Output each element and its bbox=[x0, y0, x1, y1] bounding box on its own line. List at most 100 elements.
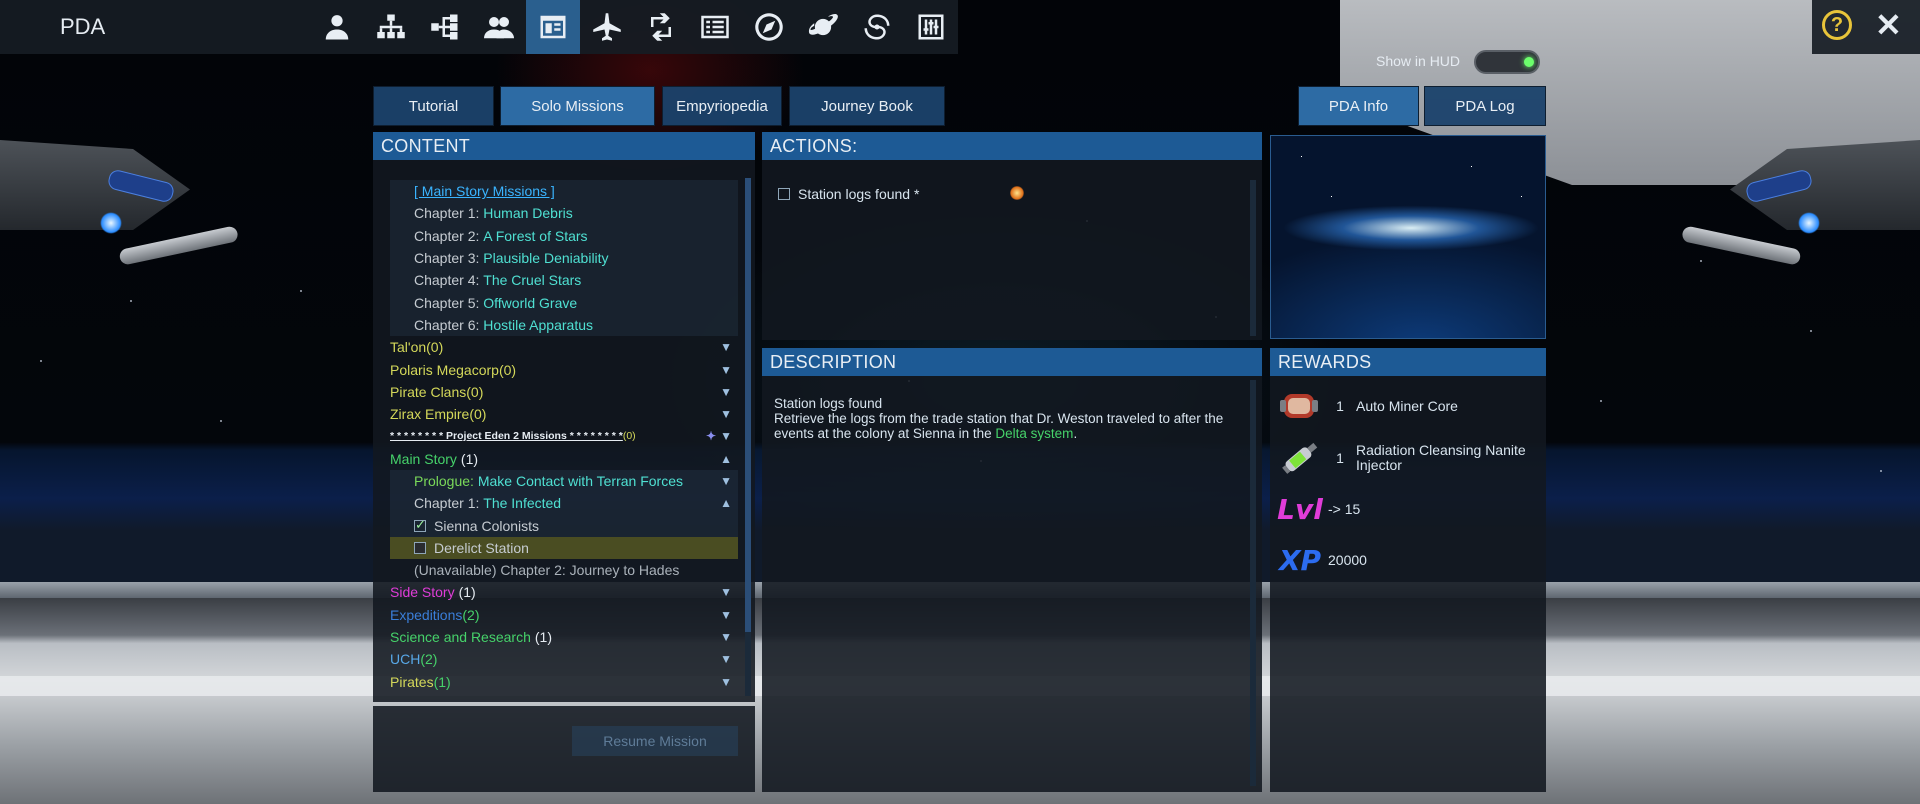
mission-tree: [ Main Story Missions ] Chapter 1: Human… bbox=[390, 180, 738, 693]
chapter-title: The Infected bbox=[483, 495, 562, 512]
pirates-row[interactable]: Pirates (1) ▼ bbox=[390, 671, 738, 693]
expeditions-row[interactable]: Expeditions (2) ▼ bbox=[390, 604, 738, 626]
chapter-prefix: Chapter 1: bbox=[414, 495, 480, 512]
chapter1-infected-row[interactable]: Chapter 1: The Infected ▲ bbox=[390, 492, 738, 515]
description-scrollbar[interactable] bbox=[1250, 380, 1256, 786]
nav-galaxy-icon[interactable] bbox=[850, 0, 904, 54]
chevron-down-icon[interactable]: ▼ bbox=[720, 652, 732, 666]
pirates-count: (1) bbox=[433, 673, 451, 690]
tab-pda-log[interactable]: PDA Log bbox=[1424, 86, 1546, 126]
main-story-missions-link[interactable]: [ Main Story Missions ] bbox=[414, 183, 555, 199]
tab-pda-info[interactable]: PDA Info bbox=[1298, 86, 1419, 126]
prologue-row[interactable]: Prologue: Make Contact with Terran Force… bbox=[390, 469, 738, 493]
nav-ship-icon[interactable] bbox=[580, 0, 634, 54]
nav-person-icon[interactable] bbox=[310, 0, 364, 54]
eden-badge-icon: ✦ bbox=[705, 429, 716, 444]
faction-label: Zirax Empire(0) bbox=[390, 406, 487, 423]
main-story-count: (1) bbox=[460, 450, 479, 467]
action-checkbox[interactable] bbox=[778, 188, 790, 200]
show-in-hud-toggle[interactable] bbox=[1474, 50, 1540, 74]
tab-solo-missions[interactable]: Solo Missions bbox=[500, 86, 655, 126]
faction-label: Polaris Megacorp(0) bbox=[390, 361, 517, 378]
chevron-down-icon[interactable]: ▼ bbox=[720, 429, 732, 443]
chevron-up-icon[interactable]: ▲ bbox=[720, 496, 732, 510]
project-eden-count: (0) bbox=[622, 430, 636, 443]
faction-label: Tal'on(0) bbox=[390, 339, 444, 356]
nav-tree-icon[interactable] bbox=[418, 0, 472, 54]
chevron-down-icon[interactable]: ▼ bbox=[720, 340, 732, 354]
task-checkbox[interactable] bbox=[414, 517, 426, 533]
task-row[interactable]: Sienna Colonists bbox=[390, 514, 738, 537]
reward-qty: 1 bbox=[1336, 398, 1344, 414]
nav-pda-book-icon[interactable] bbox=[526, 0, 580, 54]
chapter-title: Offworld Grave bbox=[483, 294, 578, 311]
prologue-title: Make Contact with Terran Forces bbox=[477, 473, 683, 489]
nav-planet-icon[interactable] bbox=[796, 0, 850, 54]
level-icon: Lvl bbox=[1276, 487, 1324, 531]
reward-name: Radiation Cleansing Nanite Injector bbox=[1356, 442, 1526, 473]
nav-compass-icon[interactable] bbox=[742, 0, 796, 54]
description-highlight: Delta system bbox=[995, 426, 1074, 441]
chevron-down-icon[interactable]: ▼ bbox=[720, 608, 732, 622]
close-icon: ✕ bbox=[1875, 7, 1902, 43]
science-label: Science and Research bbox=[390, 629, 531, 646]
resume-mission-button[interactable]: Resume Mission bbox=[572, 726, 738, 756]
actions-scrollbar[interactable] bbox=[1250, 180, 1256, 336]
uch-row[interactable]: UCH (2) ▼ bbox=[390, 648, 738, 670]
chevron-down-icon[interactable]: ▼ bbox=[720, 630, 732, 644]
nav-org-chart-icon[interactable] bbox=[364, 0, 418, 54]
nanite-injector-icon bbox=[1276, 436, 1324, 480]
description-header: DESCRIPTION bbox=[762, 348, 1262, 376]
reward-xp-value: 20000 bbox=[1328, 552, 1367, 568]
action-item[interactable]: Station logs found * bbox=[778, 186, 919, 202]
list-item[interactable]: Chapter 6: Hostile Apparatus bbox=[390, 313, 738, 337]
main-story-row[interactable]: Main Story (1) ▲ bbox=[390, 448, 738, 470]
list-item[interactable]: Chapter 2: A Forest of Stars bbox=[390, 224, 738, 247]
rewards-header: REWARDS bbox=[1270, 348, 1546, 376]
unavailable-label: (Unavailable) Chapter 2: Journey to Hade… bbox=[414, 562, 680, 579]
list-item[interactable]: [ Main Story Missions ] bbox=[390, 180, 738, 203]
chevron-down-icon[interactable]: ▼ bbox=[720, 363, 732, 377]
task-checkbox[interactable] bbox=[414, 541, 426, 554]
task-row-selected[interactable]: Derelict Station bbox=[390, 536, 738, 560]
science-row[interactable]: Science and Research (1) ▼ bbox=[390, 626, 738, 648]
faction-pirate-clans[interactable]: Pirate Clans(0) ▼ bbox=[390, 381, 738, 403]
reward-item: 1 Auto Miner Core bbox=[1276, 381, 1536, 431]
chevron-down-icon[interactable]: ▼ bbox=[720, 474, 732, 488]
chevron-down-icon[interactable]: ▼ bbox=[720, 385, 732, 399]
nav-icon-strip bbox=[310, 0, 958, 54]
chevron-down-icon[interactable]: ▼ bbox=[720, 585, 732, 599]
list-item[interactable]: Chapter 1: Human Debris bbox=[390, 202, 738, 225]
list-item[interactable]: Chapter 5: Offworld Grave bbox=[390, 291, 738, 314]
chapter-prefix: Chapter 4: bbox=[414, 272, 480, 289]
task-label: Derelict Station bbox=[434, 539, 529, 556]
help-button[interactable]: ? bbox=[1822, 10, 1852, 40]
list-item[interactable]: Chapter 4: The Cruel Stars bbox=[390, 269, 738, 292]
science-count: (1) bbox=[534, 629, 552, 646]
prologue-prefix: Prologue: bbox=[414, 473, 474, 489]
chevron-up-icon[interactable]: ▲ bbox=[720, 452, 732, 466]
help-icon: ? bbox=[1830, 13, 1844, 36]
chevron-down-icon[interactable]: ▼ bbox=[720, 675, 732, 689]
nav-sliders-icon[interactable] bbox=[904, 0, 958, 54]
faction-zirax[interactable]: Zirax Empire(0) ▼ bbox=[390, 403, 738, 425]
project-eden-row[interactable]: * * * * * * * * Project Eden 2 Missions … bbox=[390, 425, 738, 447]
expeditions-count: (2) bbox=[462, 606, 480, 623]
chevron-down-icon[interactable]: ▼ bbox=[720, 407, 732, 421]
faction-talon[interactable]: Tal'on(0) ▼ bbox=[390, 336, 738, 358]
chapter-title: Human Debris bbox=[483, 205, 573, 222]
faction-polaris[interactable]: Polaris Megacorp(0) ▼ bbox=[390, 358, 738, 380]
close-button[interactable]: ✕ bbox=[1875, 8, 1902, 42]
reward-item: 1 Radiation Cleansing Nanite Injector bbox=[1276, 433, 1536, 483]
nav-exchange-icon[interactable] bbox=[634, 0, 688, 54]
auto-miner-core-icon bbox=[1276, 384, 1324, 428]
tab-empyriopedia[interactable]: Empyriopedia bbox=[662, 86, 782, 126]
list-item[interactable]: Chapter 3: Plausible Deniability bbox=[390, 246, 738, 270]
chapter-prefix: Chapter 6: bbox=[414, 316, 480, 333]
content-scrollbar[interactable] bbox=[745, 178, 751, 696]
tab-tutorial[interactable]: Tutorial bbox=[373, 86, 494, 126]
side-story-row[interactable]: Side Story (1) ▼ bbox=[390, 581, 738, 603]
tab-journey-book[interactable]: Journey Book bbox=[789, 86, 945, 126]
nav-list-icon[interactable] bbox=[688, 0, 742, 54]
nav-group-icon[interactable] bbox=[472, 0, 526, 54]
